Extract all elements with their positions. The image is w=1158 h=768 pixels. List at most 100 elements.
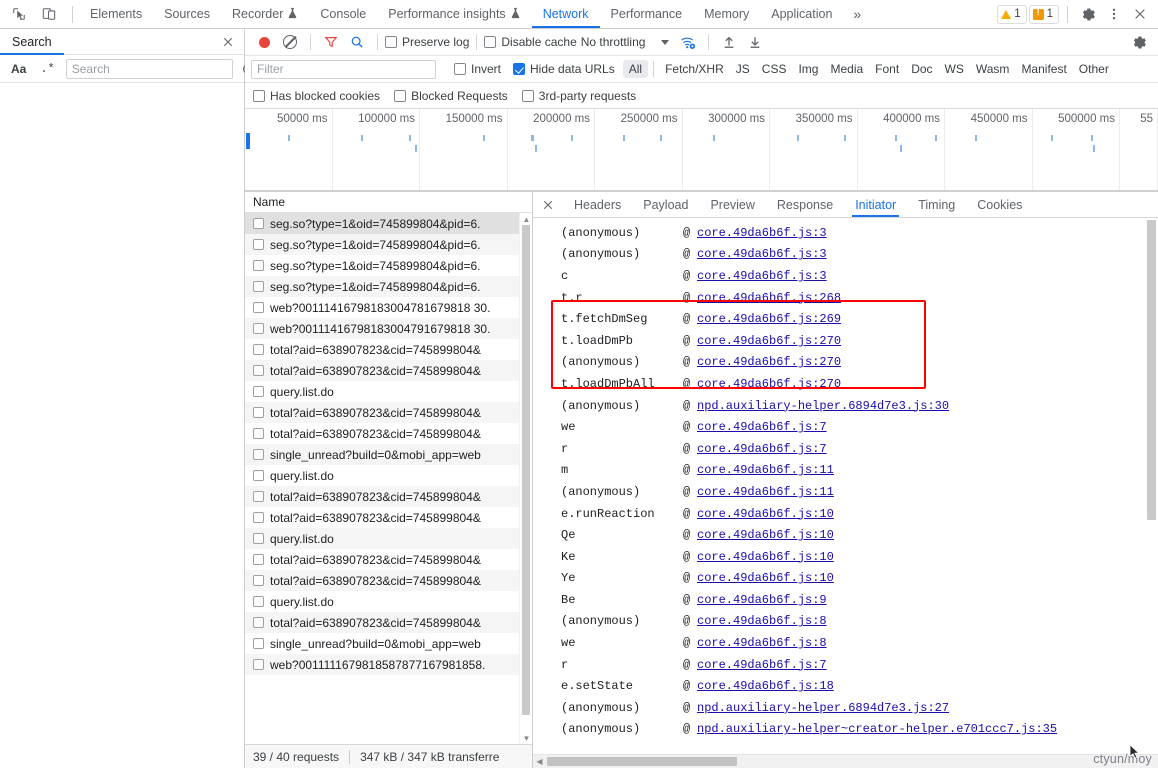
row-checkbox[interactable]: [253, 491, 264, 502]
row-checkbox[interactable]: [253, 659, 264, 670]
resource-filter-manifest[interactable]: Manifest: [1015, 60, 1072, 78]
resource-filter-fetch-xhr[interactable]: Fetch/XHR: [659, 60, 730, 78]
device-toolbar-icon[interactable]: [36, 2, 62, 26]
row-checkbox[interactable]: [253, 554, 264, 565]
more-tabs-icon[interactable]: »: [843, 0, 871, 28]
source-link[interactable]: core.49da6b6f.js:10: [697, 571, 834, 585]
table-row[interactable]: total?aid=638907823&cid=745899804&: [245, 339, 532, 360]
table-row[interactable]: single_unread?build=0&mobi_app=web: [245, 444, 532, 465]
clear-requests-button[interactable]: [277, 30, 303, 54]
row-checkbox[interactable]: [253, 344, 264, 355]
tab-preview[interactable]: Preview: [699, 192, 765, 217]
scrollbar-thumb[interactable]: [522, 225, 530, 715]
source-link[interactable]: core.49da6b6f.js:10: [697, 528, 834, 542]
download-har-icon[interactable]: [742, 30, 768, 54]
row-checkbox[interactable]: [253, 239, 264, 250]
row-checkbox[interactable]: [253, 449, 264, 460]
throttling-dropdown[interactable]: No throttling: [577, 35, 670, 49]
row-checkbox[interactable]: [253, 302, 264, 313]
row-checkbox[interactable]: [253, 428, 264, 439]
third-party-requests-checkbox[interactable]: 3rd-party requests: [521, 89, 636, 103]
resource-filter-all[interactable]: All: [622, 60, 649, 78]
close-devtools-icon[interactable]: [1128, 2, 1152, 26]
resource-filter-img[interactable]: Img: [792, 60, 824, 78]
source-link[interactable]: core.49da6b6f.js:10: [697, 550, 834, 564]
tab-initiator[interactable]: Initiator: [844, 192, 907, 217]
row-checkbox[interactable]: [253, 365, 264, 376]
source-link[interactable]: core.49da6b6f.js:8: [697, 614, 827, 628]
scroll-down-arrow-icon[interactable]: ▼: [522, 733, 531, 743]
table-row[interactable]: seg.so?type=1&oid=745899804&pid=6.: [245, 276, 532, 297]
preserve-log-checkbox[interactable]: Preserve log: [385, 35, 469, 49]
resource-filter-ws[interactable]: WS: [939, 60, 970, 78]
blocked-requests-checkbox[interactable]: Blocked Requests: [394, 89, 508, 103]
resource-filter-css[interactable]: CSS: [756, 60, 793, 78]
close-icon[interactable]: [212, 29, 244, 54]
source-link[interactable]: core.49da6b6f.js:7: [697, 420, 827, 434]
table-row[interactable]: total?aid=638907823&cid=745899804&: [245, 570, 532, 591]
row-checkbox[interactable]: [253, 470, 264, 481]
source-link[interactable]: core.49da6b6f.js:18: [697, 679, 834, 693]
tab-memory[interactable]: Memory: [693, 0, 760, 28]
table-row[interactable]: single_unread?build=0&mobi_app=web: [245, 633, 532, 654]
source-link[interactable]: core.49da6b6f.js:270: [697, 377, 841, 391]
tab-timing[interactable]: Timing: [907, 192, 966, 217]
network-overview-timeline[interactable]: 50000 ms 100000 ms 150000 ms 200000 ms 2…: [245, 109, 1158, 192]
row-checkbox[interactable]: [253, 638, 264, 649]
source-link[interactable]: npd.auxiliary-helper.6894d7e3.js:30: [697, 399, 949, 413]
row-checkbox[interactable]: [253, 386, 264, 397]
resource-filter-doc[interactable]: Doc: [905, 60, 938, 78]
has-blocked-cookies-checkbox[interactable]: Has blocked cookies: [253, 89, 380, 103]
source-link[interactable]: core.49da6b6f.js:9: [697, 593, 827, 607]
row-checkbox[interactable]: [253, 323, 264, 334]
table-row[interactable]: total?aid=638907823&cid=745899804&: [245, 402, 532, 423]
tab-performance-insights[interactable]: Performance insights: [377, 0, 531, 28]
match-case-toggle[interactable]: Aa: [8, 61, 29, 77]
disable-cache-checkbox[interactable]: Disable cache: [484, 35, 577, 49]
table-row[interactable]: seg.so?type=1&oid=745899804&pid=6.: [245, 234, 532, 255]
requests-column-header[interactable]: Name: [245, 192, 532, 213]
resource-filter-js[interactable]: JS: [730, 60, 756, 78]
table-row[interactable]: seg.so?type=1&oid=745899804&pid=6.: [245, 213, 532, 234]
tab-recorder[interactable]: Recorder: [221, 0, 309, 28]
tab-response[interactable]: Response: [766, 192, 844, 217]
resource-filter-other[interactable]: Other: [1073, 60, 1115, 78]
source-link[interactable]: core.49da6b6f.js:11: [697, 463, 834, 477]
row-checkbox[interactable]: [253, 281, 264, 292]
table-row[interactable]: total?aid=638907823&cid=745899804&: [245, 507, 532, 528]
row-checkbox[interactable]: [253, 617, 264, 628]
tab-network[interactable]: Network: [531, 0, 600, 28]
scroll-left-arrow-icon[interactable]: ◀: [533, 755, 546, 768]
tab-payload[interactable]: Payload: [632, 192, 699, 217]
upload-har-icon[interactable]: [716, 30, 742, 54]
row-checkbox[interactable]: [253, 575, 264, 586]
filter-input[interactable]: [251, 59, 436, 79]
table-row[interactable]: query.list.do: [245, 591, 532, 612]
network-settings-gear-icon[interactable]: [1126, 30, 1152, 54]
tab-console[interactable]: Console: [309, 0, 377, 28]
source-link[interactable]: core.49da6b6f.js:3: [697, 226, 827, 240]
row-checkbox[interactable]: [253, 512, 264, 523]
source-link[interactable]: core.49da6b6f.js:10: [697, 507, 834, 521]
tab-headers[interactable]: Headers: [563, 192, 632, 217]
kebab-menu-icon[interactable]: [1102, 2, 1126, 26]
table-row[interactable]: query.list.do: [245, 528, 532, 549]
detail-horizontal-scrollbar[interactable]: ◀: [533, 754, 1158, 768]
table-row[interactable]: total?aid=638907823&cid=745899804&: [245, 486, 532, 507]
resource-filter-media[interactable]: Media: [824, 60, 869, 78]
tab-performance[interactable]: Performance: [600, 0, 694, 28]
source-link[interactable]: core.49da6b6f.js:270: [697, 355, 841, 369]
source-link[interactable]: core.49da6b6f.js:8: [697, 636, 827, 650]
table-row[interactable]: web?00111416798183004791679818 30.: [245, 318, 532, 339]
source-link[interactable]: core.49da6b6f.js:3: [697, 269, 827, 283]
resource-filter-wasm[interactable]: Wasm: [970, 60, 1016, 78]
scrollbar-thumb[interactable]: [547, 757, 737, 766]
table-row[interactable]: query.list.do: [245, 381, 532, 402]
scroll-up-arrow-icon[interactable]: ▲: [522, 214, 531, 224]
row-checkbox[interactable]: [253, 533, 264, 544]
record-button[interactable]: [251, 30, 277, 54]
hide-data-urls-checkbox[interactable]: Hide data URLs: [513, 62, 615, 76]
search-icon[interactable]: [344, 30, 370, 54]
source-link[interactable]: core.49da6b6f.js:270: [697, 334, 841, 348]
table-row[interactable]: web?00111416798183004781679818 30.: [245, 297, 532, 318]
